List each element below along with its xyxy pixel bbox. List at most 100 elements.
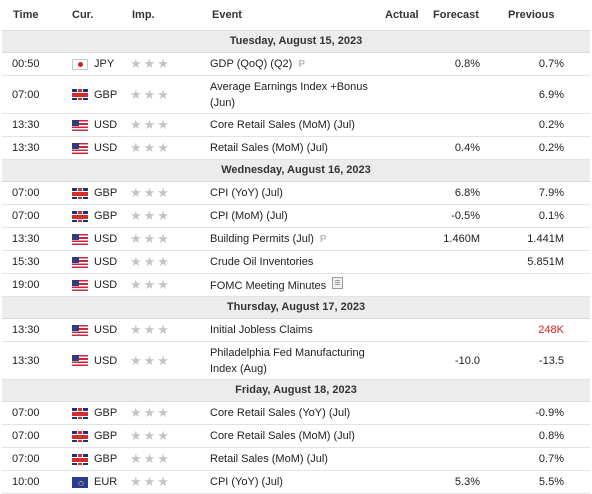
header-actual[interactable]: Actual [385,9,419,21]
table-row[interactable]: 13:30 USD ★★★ Philadelphia Fed Manufactu… [2,342,590,380]
gbp-flag-icon [72,89,88,100]
previous-value: 1.441M [527,233,564,245]
header-event[interactable]: Event [212,9,242,21]
header-previous[interactable]: Previous [508,9,554,21]
currency-code: GBP [94,407,118,419]
event-name[interactable]: FOMC Meeting Minutes [210,280,326,292]
table-row[interactable]: 07:00 GBP ★★★ Core Retail Sales (MoM) (J… [2,425,590,448]
table-row[interactable]: 07:00 GBP ★★★ Core Retail Sales (YoY) (J… [2,402,590,425]
table-row[interactable]: 07:00 GBP ★★★ CPI (MoM) (Jul) -0.5% 0.1% [2,205,590,228]
currency-code: GBP [94,453,118,465]
importance-stars-icon: ★★★ [130,405,171,420]
previous-value: 5.5% [538,476,564,488]
table-body: Tuesday, August 15, 2023 00:50 JPY ★★★ G… [2,31,590,494]
usd-flag-icon [72,256,88,268]
usd-flag-icon [72,142,88,154]
event-time: 13:30 [12,354,40,367]
gbp-flag-icon [72,430,88,442]
eur-flag-icon [72,476,88,488]
event-name[interactable]: CPI (MoM) (Jul) [210,210,288,222]
event-time: 13:30 [12,233,40,245]
event-name[interactable]: Crude Oil Inventories [210,256,313,268]
currency-code: USD [94,119,118,131]
table-row[interactable]: 00:50 JPY ★★★ GDP (QoQ) (Q2) P 0.8% 0.7% [2,53,590,76]
gbp-flag-icon [72,453,88,465]
event-time: 07:00 [12,430,40,442]
usd-flag-icon [72,279,88,291]
preliminary-icon[interactable]: P [298,59,305,70]
event-name[interactable]: Core Retail Sales (YoY) (Jul) [210,407,350,419]
forecast-value: 0.4% [454,142,480,154]
event-name[interactable]: GDP (QoQ) (Q2) [210,58,292,70]
table-row[interactable]: 07:00 GBP ★★★ Average Earnings Index +Bo… [2,76,590,114]
event-time: 19:00 [12,279,40,291]
jpy-flag-icon [72,58,88,70]
economic-calendar-table: Time Cur. Imp. Event Actual Forecast Pre… [2,0,590,494]
usd-flag-icon [72,324,88,336]
currency-code: JPY [94,58,115,70]
currency-code: EUR [94,476,118,488]
event-name[interactable]: Core Retail Sales (MoM) (Jul) [210,430,355,442]
event-name[interactable]: Building Permits (Jul) [210,233,314,245]
event-name[interactable]: Philadelphia Fed Manufacturing Index (Au… [210,347,365,375]
previous-value: 7.9% [538,187,564,199]
currency-code: GBP [94,430,118,442]
header-forecast[interactable]: Forecast [433,9,479,21]
usd-flag-icon [72,119,88,131]
table-row[interactable]: 13:30 USD ★★★ Retail Sales (MoM) (Jul) 0… [2,137,590,160]
currency-code: USD [94,354,118,367]
previous-value: 248K [538,324,564,336]
currency-code: GBP [94,210,118,222]
event-name[interactable]: Core Retail Sales (MoM) (Jul) [210,119,355,131]
table-row[interactable]: 19:00 USD ★★★ FOMC Meeting Minutes [2,274,590,297]
event-time: 15:30 [12,256,40,268]
importance-stars-icon: ★★★ [130,185,171,200]
forecast-value: 0.8% [454,58,480,70]
currency-code: GBP [94,88,118,101]
previous-value: 0.2% [538,119,564,131]
usd-flag-icon [72,233,88,245]
importance-stars-icon: ★★★ [130,428,171,443]
importance-stars-icon: ★★★ [130,56,171,71]
event-name[interactable]: Initial Jobless Claims [210,324,313,336]
importance-stars-icon: ★★★ [130,322,171,337]
event-time: 13:30 [12,119,40,131]
document-icon[interactable] [332,276,344,289]
currency-code: USD [94,233,118,245]
importance-stars-icon: ★★★ [130,352,171,368]
gbp-flag-icon [72,187,88,199]
table-header: Time Cur. Imp. Event Actual Forecast Pre… [2,0,590,31]
table-row[interactable]: 07:00 GBP ★★★ CPI (YoY) (Jul) 6.8% 7.9% [2,182,590,205]
previous-value: 0.2% [538,142,564,154]
header-time[interactable]: Time [13,9,38,21]
importance-stars-icon: ★★★ [130,474,171,489]
day-header: Wednesday, August 16, 2023 [2,160,590,182]
header-currency[interactable]: Cur. [72,9,93,21]
forecast-value: 5.3% [454,476,480,488]
currency-code: GBP [94,187,118,199]
event-time: 07:00 [12,453,40,465]
currency-code: USD [94,256,118,268]
forecast-value: -0.5% [451,210,480,222]
table-row[interactable]: 13:30 USD ★★★ Initial Jobless Claims 248… [2,319,590,342]
table-row[interactable]: 07:00 GBP ★★★ Retail Sales (MoM) (Jul) 0… [2,448,590,471]
event-time: 07:00 [12,88,40,101]
table-row[interactable]: 15:30 USD ★★★ Crude Oil Inventories 5.85… [2,251,590,274]
header-importance[interactable]: Imp. [132,9,155,21]
event-name[interactable]: CPI (YoY) (Jul) [210,476,283,488]
previous-value: 0.7% [538,453,564,465]
event-name[interactable]: Average Earnings Index +Bonus (Jun) [210,81,368,109]
table-row[interactable]: 10:00 EUR ★★★ CPI (YoY) (Jul) 5.3% 5.5% [2,471,590,494]
day-header: Thursday, August 17, 2023 [2,297,590,319]
gbp-flag-icon [72,210,88,222]
previous-value: -0.9% [535,407,564,419]
preliminary-icon[interactable]: P [320,234,327,245]
event-name[interactable]: Retail Sales (MoM) (Jul) [210,453,328,465]
table-row[interactable]: 13:30 USD ★★★ Core Retail Sales (MoM) (J… [2,114,590,137]
importance-stars-icon: ★★★ [130,231,171,246]
importance-stars-icon: ★★★ [130,86,171,102]
event-name[interactable]: Retail Sales (MoM) (Jul) [210,142,328,154]
day-header: Tuesday, August 15, 2023 [2,31,590,53]
event-name[interactable]: CPI (YoY) (Jul) [210,187,283,199]
table-row[interactable]: 13:30 USD ★★★ Building Permits (Jul) P 1.… [2,228,590,251]
